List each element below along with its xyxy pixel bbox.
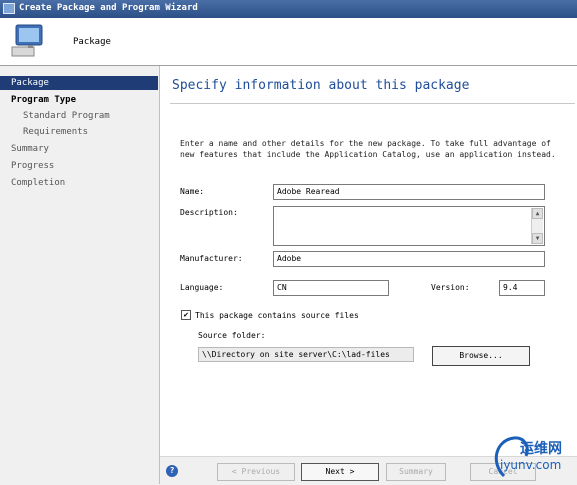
watermark-text-bottom: iyunv.com	[500, 458, 562, 472]
previous-button[interactable]: < Previous	[217, 463, 295, 481]
name-label: Name:	[180, 187, 205, 196]
language-label: Language:	[180, 283, 224, 292]
heading-divider	[170, 103, 575, 104]
window-icon	[3, 3, 15, 14]
wizard-steps: Package Program Type Standard Program Re…	[0, 66, 160, 484]
source-folder-field[interactable]: \\Directory on site server\C:\lad-files	[198, 347, 414, 362]
next-button[interactable]: Next >	[301, 463, 379, 481]
intro-text: Enter a name and other details for the n…	[180, 139, 556, 159]
page-title: Specify information about this package	[172, 78, 470, 93]
window-title: Create Package and Program Wizard	[19, 3, 198, 13]
description-field[interactable]: ▲ ▼	[273, 206, 545, 246]
language-field[interactable]: CN	[273, 280, 389, 296]
scroll-down-icon[interactable]: ▼	[532, 233, 543, 244]
step-requirements[interactable]: Requirements	[0, 125, 158, 139]
browse-button[interactable]: Browse...	[432, 346, 530, 366]
wizard-header: Package	[0, 18, 577, 66]
wizard-content: Specify information about this package E…	[160, 66, 577, 456]
source-checkbox-label[interactable]: This package contains source files	[195, 311, 359, 320]
help-icon[interactable]: ?	[166, 465, 178, 477]
step-progress[interactable]: Progress	[0, 159, 158, 173]
scroll-up-icon[interactable]: ▲	[532, 208, 543, 219]
step-program-type[interactable]: Program Type	[0, 93, 158, 107]
version-label: Version:	[431, 283, 470, 292]
description-label: Description:	[180, 208, 238, 217]
step-package[interactable]: Package	[0, 76, 158, 90]
source-folder-label: Source folder:	[198, 331, 266, 340]
summary-button[interactable]: Summary	[386, 463, 446, 481]
watermark-text-top: 运维网	[520, 441, 562, 457]
computer-icon	[11, 24, 43, 57]
version-field[interactable]: 9.4	[499, 280, 545, 296]
page-label: Package	[73, 37, 111, 47]
step-standard-program[interactable]: Standard Program	[0, 109, 158, 123]
source-files-checkbox[interactable]: ✔	[181, 310, 191, 320]
manufacturer-label: Manufacturer:	[180, 254, 243, 263]
manufacturer-field[interactable]: Adobe	[273, 251, 545, 267]
title-bar: Create Package and Program Wizard	[0, 0, 577, 19]
description-scrollbar[interactable]: ▲ ▼	[531, 208, 543, 244]
name-field[interactable]: Adobe Rearead	[273, 184, 545, 200]
step-summary[interactable]: Summary	[0, 142, 158, 156]
step-completion[interactable]: Completion	[0, 176, 158, 190]
